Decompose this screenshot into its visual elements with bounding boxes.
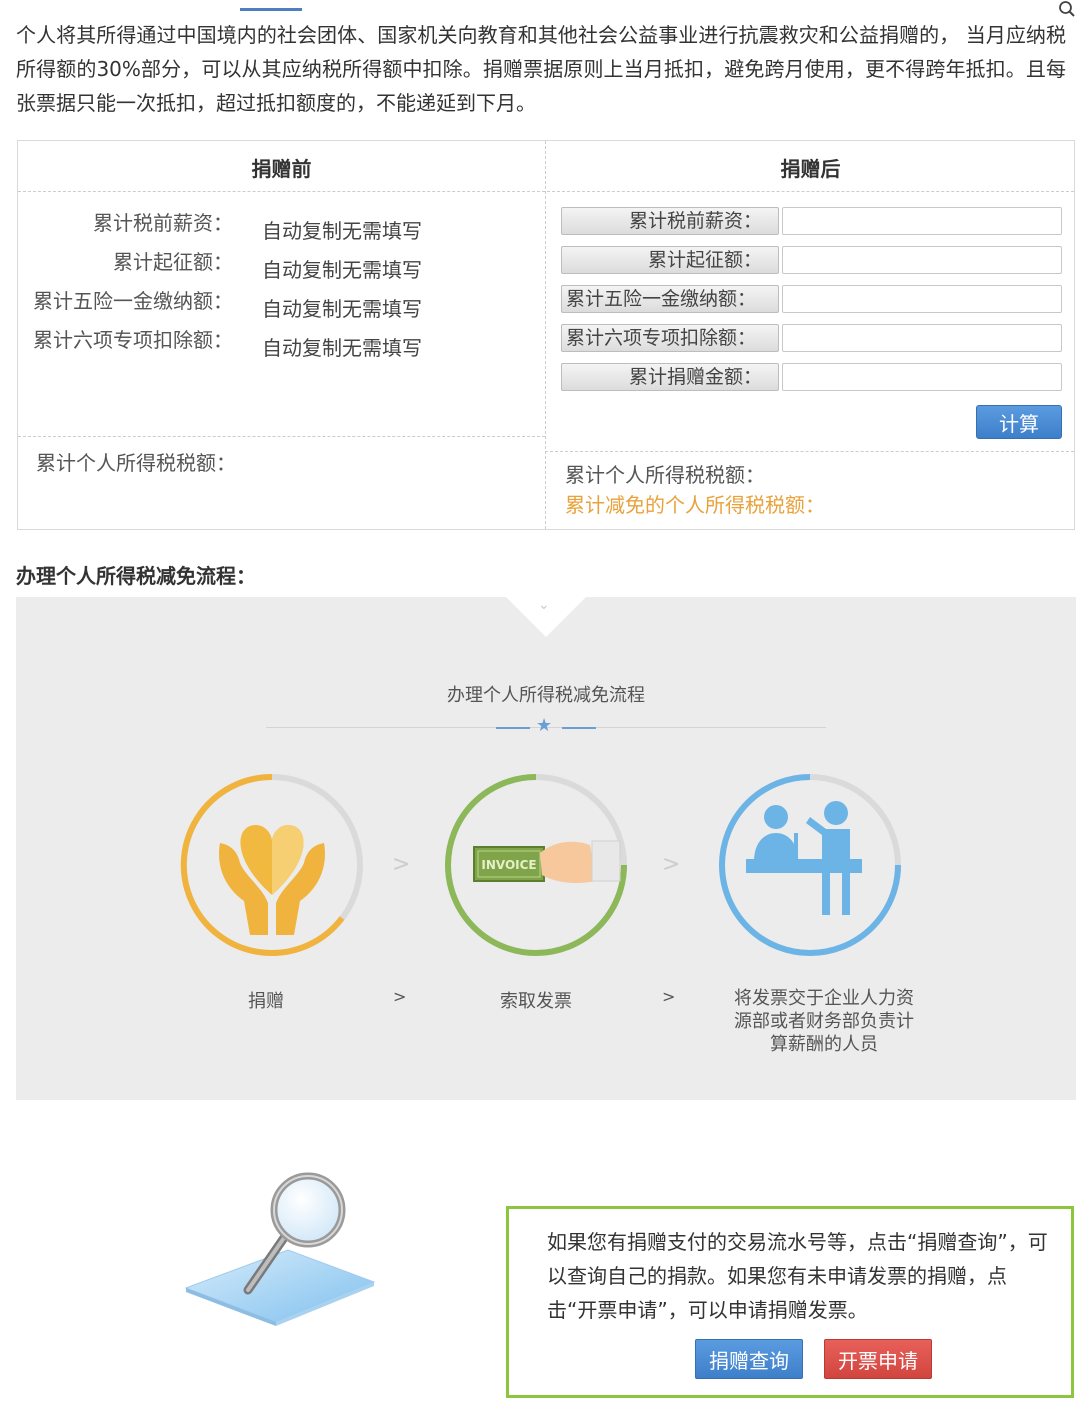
- step-label-donate: 捐赠: [248, 991, 284, 1012]
- step-label-line: 算薪酬的人员: [770, 1034, 878, 1055]
- after-salary-input[interactable]: [782, 207, 1062, 235]
- after-deductions-input[interactable]: [782, 324, 1062, 352]
- process-title: 办理个人所得税减免流程: [447, 685, 645, 706]
- after-label-donation: 累计捐赠金额：: [561, 363, 779, 391]
- after-threshold-input[interactable]: [782, 246, 1062, 274]
- process-panel: ⌄ 办理个人所得税减免流程 ★ > INVOICE > 捐赠 > 索取发票 > …: [16, 597, 1076, 1100]
- before-value-threshold: 自动复制无需填写: [262, 258, 422, 282]
- before-label-salary: 累计税前薪资：: [93, 211, 233, 235]
- active-tab-indicator: [240, 8, 302, 11]
- before-tax-result-label: 累计个人所得税税额：: [36, 451, 236, 475]
- step-label-line: 将发票交于企业人力资: [734, 988, 914, 1009]
- star-icon: ★: [536, 715, 553, 736]
- after-label-salary: 累计税前薪资：: [561, 207, 779, 235]
- magnifier-icon: [184, 1172, 376, 1326]
- tax-calculator: 捐赠前 捐赠后 累计税前薪资： 自动复制无需填写 累计起征额： 自动复制无需填写…: [17, 140, 1075, 530]
- step-label-submit-invoice: 将发票交于企业人力资 源部或者财务部负责计 算薪酬的人员: [716, 987, 932, 1056]
- intro-paragraph: 个人将其所得通过中国境内的社会团体、国家机关向教育和其他社会公益事业进行抗震救灾…: [16, 23, 1066, 115]
- step-separator: >: [662, 987, 676, 1006]
- step-label-get-invoice: 索取发票: [500, 991, 572, 1012]
- reception-desk-icon: [719, 774, 901, 956]
- donation-query-button[interactable]: 捐赠查询: [695, 1339, 803, 1379]
- info-text: 如果您有捐赠支付的交易流水号等，点击“捐赠查询”，可以查询自己的捐款。如果您有未…: [547, 1230, 1048, 1322]
- step-separator: >: [393, 987, 407, 1006]
- chevron-down-icon: ⌄: [538, 597, 550, 613]
- before-donation-header: 捐赠前: [251, 157, 312, 181]
- result-divider-left: [18, 436, 545, 437]
- result-divider-right: [545, 451, 1074, 452]
- invoice-hand-icon: INVOICE: [445, 774, 627, 956]
- reduced-tax-result-label: 累计减免的个人所得税税额：: [565, 493, 825, 517]
- header-divider: [18, 191, 1074, 192]
- search-icon[interactable]: [1058, 0, 1076, 18]
- before-label-deductions: 累计六项专项扣除额：: [33, 328, 233, 352]
- donation-info-box: 如果您有捐赠支付的交易流水号等，点击“捐赠查询”，可以查询自己的捐款。如果您有未…: [506, 1206, 1074, 1398]
- after-donation-input[interactable]: [782, 363, 1062, 391]
- chevron-right-icon: >: [662, 852, 681, 877]
- step-label-line: 源部或者财务部负责计: [734, 1011, 914, 1032]
- invoice-apply-button[interactable]: 开票申请: [824, 1339, 932, 1379]
- heart-hands-icon: [180, 773, 363, 956]
- after-label-deductions: 累计六项专项扣除额：: [561, 324, 779, 352]
- star-line-right: [562, 727, 596, 729]
- after-insurance-input[interactable]: [782, 285, 1062, 313]
- before-label-threshold: 累计起征额：: [113, 250, 233, 274]
- after-donation-header: 捐赠后: [780, 157, 841, 181]
- before-value-insurance: 自动复制无需填写: [262, 297, 422, 321]
- calculate-button[interactable]: 计算: [976, 405, 1062, 439]
- column-divider: [545, 141, 546, 529]
- star-line-left: [496, 727, 530, 729]
- before-label-insurance: 累计五险一金缴纳额：: [33, 289, 233, 313]
- before-value-deductions: 自动复制无需填写: [262, 336, 422, 360]
- after-label-insurance: 累计五险一金缴纳额：: [561, 285, 779, 313]
- process-section-heading: 办理个人所得税减免流程：: [16, 564, 256, 588]
- chevron-right-icon: >: [392, 852, 411, 877]
- after-label-threshold: 累计起征额：: [561, 246, 779, 274]
- invoice-text: INVOICE: [481, 858, 536, 872]
- before-value-salary: 自动复制无需填写: [262, 219, 422, 243]
- after-tax-result-label: 累计个人所得税税额：: [565, 463, 765, 487]
